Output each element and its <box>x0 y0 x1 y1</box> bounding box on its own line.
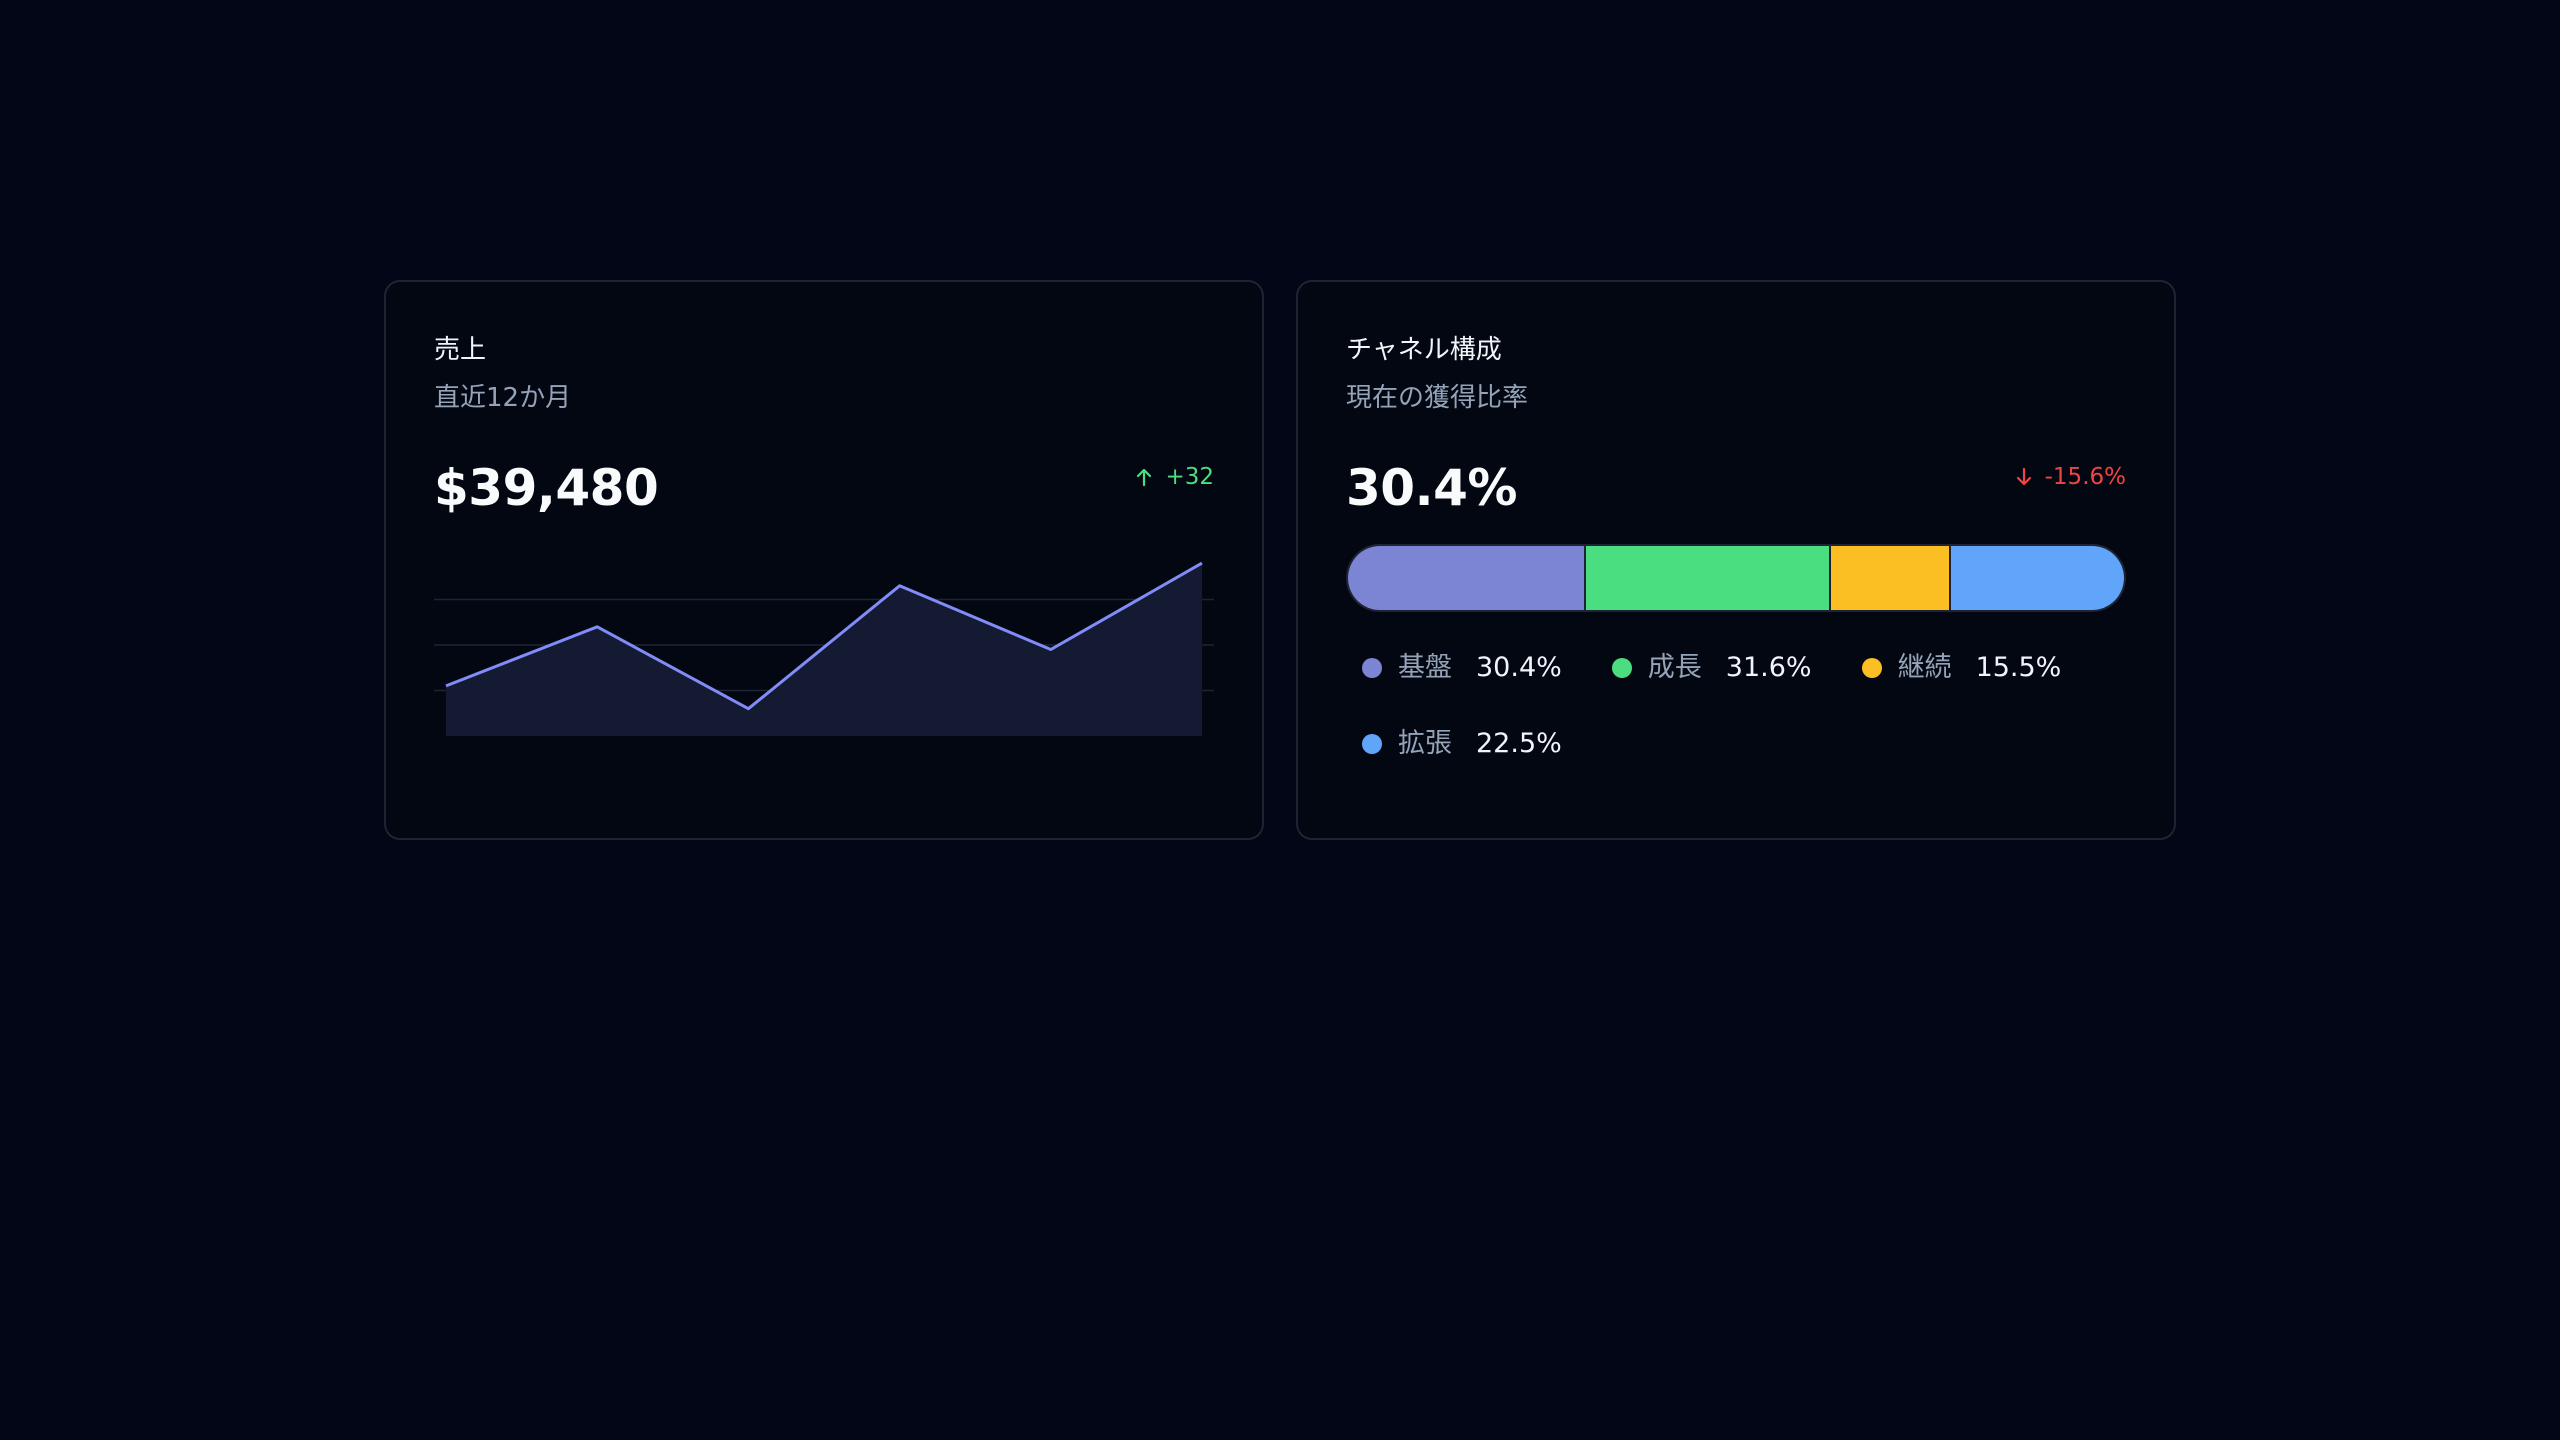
delta-badge: +32 <box>1135 462 1214 492</box>
legend-dot-icon <box>1861 658 1882 678</box>
segment-4 <box>1949 546 2124 610</box>
channel-stacked-bar <box>1346 544 2126 612</box>
legend-value: 15.5% <box>1975 652 2062 683</box>
delta-value: -15.6% <box>2044 464 2126 490</box>
legend-value: 30.4% <box>1476 652 1562 683</box>
channel-legend: 基盤 30.4% 成長 31.6% 継続 15.5% 拡張 22.5% <box>1346 644 2082 768</box>
legend-dot-icon <box>1362 734 1382 754</box>
legend-value: 31.6% <box>1725 652 1812 683</box>
segment-3 <box>1829 546 1950 610</box>
legend-item: 継続 15.5% <box>1861 644 2062 692</box>
legend-label: 拡張 <box>1398 728 1452 759</box>
channel-card: チャネル構成 現在の獲得比率 30.4% -15.6% 基盤 30.4% 成長 31.… <box>1296 280 2176 840</box>
card-title: チャネル構成 <box>1346 335 1502 365</box>
metric-row: 30.4% -15.6% <box>1346 458 2126 534</box>
legend-dot-icon <box>1362 658 1382 678</box>
sparkline-area <box>446 563 1202 736</box>
card-subtitle: 現在の獲得比率 <box>1346 383 1529 413</box>
legend-value: 22.5% <box>1476 728 1562 759</box>
card-subtitle: 直近12か月 <box>434 383 572 413</box>
metric-value: 30.4% <box>1346 459 1517 517</box>
arrow-up-icon <box>1137 468 1152 487</box>
delta-value: +32 <box>1165 464 1214 490</box>
legend-label: 成長 <box>1647 652 1702 683</box>
legend-item: 基盤 30.4% <box>1362 644 1562 692</box>
sales-card: 売上 直近12か月 $39,480 +32 <box>384 280 1264 840</box>
delta-badge: -15.6% <box>2015 462 2126 492</box>
sales-sparkline <box>434 561 1214 736</box>
metric-row: $39,480 +32 <box>434 458 1214 534</box>
dashboard-cards: 売上 直近12か月 $39,480 +32 チャネル構成 現在の獲得比率 30.… <box>384 280 2176 840</box>
legend-item: 拡張 22.5% <box>1362 720 1562 768</box>
arrow-down-icon <box>2016 467 2031 486</box>
segment-1 <box>1348 546 1584 610</box>
legend-label: 基盤 <box>1398 652 1452 683</box>
legend-dot-icon <box>1611 658 1632 678</box>
card-title: 売上 <box>434 335 487 365</box>
metric-value: $39,480 <box>434 459 659 517</box>
legend-item: 成長 31.6% <box>1611 644 1812 692</box>
segment-2 <box>1583 546 1830 610</box>
legend-label: 継続 <box>1897 652 1952 683</box>
